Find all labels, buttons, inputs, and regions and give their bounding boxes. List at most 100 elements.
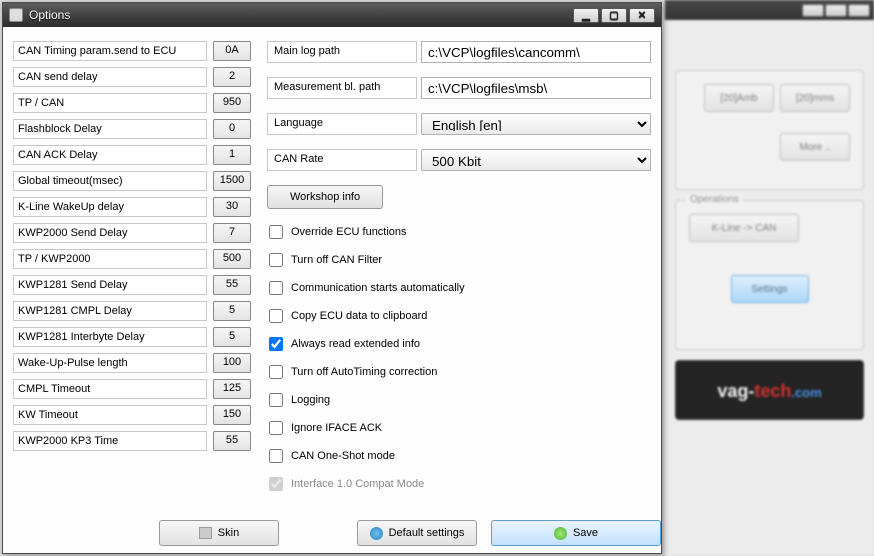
checkbox-label: Override ECU functions: [291, 226, 407, 238]
checkbox-input[interactable]: [269, 337, 283, 351]
save-button-label: Save: [573, 527, 598, 539]
default-settings-label: Default settings: [389, 527, 465, 539]
options-dialog: Options ▁ ▢ ✕ CAN Timing param.send to E…: [2, 2, 662, 554]
checkbox-row[interactable]: Always read extended info: [267, 335, 651, 353]
param-label: K-Line WakeUp delay: [13, 197, 207, 217]
bg-more-button[interactable]: More ..: [780, 133, 850, 161]
param-label: Global timeout(msec): [13, 171, 207, 191]
param-value-button[interactable]: 1500: [213, 171, 251, 191]
param-row: CAN send delay2: [13, 67, 253, 87]
msb-path-label: Measurement bl. path: [267, 77, 417, 99]
checkbox-row[interactable]: Communication starts automatically: [267, 279, 651, 297]
checkbox-label: Logging: [291, 394, 330, 406]
bg-operations-title: Operations: [686, 194, 743, 205]
checkbox-input[interactable]: [269, 393, 283, 407]
param-label: Wake-Up-Pulse length: [13, 353, 207, 373]
maximize-button[interactable]: ▢: [601, 8, 627, 23]
param-row: CAN ACK Delay 1: [13, 145, 253, 165]
param-value-button[interactable]: 950: [213, 93, 251, 113]
param-label: CAN ACK Delay: [13, 145, 207, 165]
param-row: CAN Timing param.send to ECU0A: [13, 41, 253, 61]
param-label: Flashblock Delay: [13, 119, 207, 139]
language-select[interactable]: English [en]: [421, 113, 651, 135]
dialog-footer: Skin Default settings Save: [3, 513, 661, 553]
skin-button[interactable]: Skin: [159, 520, 279, 546]
param-label: KW Timeout: [13, 405, 207, 425]
checkbox-row[interactable]: CAN One-Shot mode: [267, 447, 651, 465]
param-row: KWP2000 KP3 Time55: [13, 431, 253, 451]
bg-module-button[interactable]: [20]mms: [780, 84, 850, 112]
param-value-button[interactable]: 100: [213, 353, 251, 373]
param-row: KWP1281 CMPL Delay5: [13, 301, 253, 321]
checkbox-input[interactable]: [269, 449, 283, 463]
bg-settings-button[interactable]: Settings: [731, 275, 809, 303]
can-rate-select[interactable]: 500 Kbit: [421, 149, 651, 171]
param-value-button[interactable]: 0: [213, 119, 251, 139]
param-row: Flashblock Delay 0: [13, 119, 253, 139]
main-log-path-input[interactable]: [421, 41, 651, 63]
bg-logo: vag-tech.com: [675, 360, 864, 420]
bg-diag-mode-select[interactable]: K-Line -> CAN: [689, 214, 799, 242]
param-row: Global timeout(msec) 1500: [13, 171, 253, 191]
checkbox-input[interactable]: [269, 421, 283, 435]
bg-close-button[interactable]: [848, 4, 870, 17]
param-value-button[interactable]: 2: [213, 67, 251, 87]
titlebar[interactable]: Options ▁ ▢ ✕: [3, 3, 661, 27]
checkbox-row[interactable]: Override ECU functions: [267, 223, 651, 241]
param-value-button[interactable]: 7: [213, 223, 251, 243]
bg-minimize-button[interactable]: [802, 4, 824, 17]
language-label: Language: [267, 113, 417, 135]
param-row: Wake-Up-Pulse length 100: [13, 353, 253, 373]
param-value-button[interactable]: 150: [213, 405, 251, 425]
save-button[interactable]: Save: [491, 520, 661, 546]
window-title: Options: [29, 8, 70, 22]
param-value-button[interactable]: 500: [213, 249, 251, 269]
param-value-button[interactable]: 1: [213, 145, 251, 165]
param-value-button[interactable]: 5: [213, 327, 251, 347]
checkbox-row[interactable]: Turn off AutoTiming correction: [267, 363, 651, 381]
checkbox-input: [269, 477, 283, 491]
checkbox-label: Always read extended info: [291, 338, 420, 350]
skin-button-label: Skin: [218, 527, 239, 539]
param-label: KWP2000 Send Delay: [13, 223, 207, 243]
checkbox-label: Turn off CAN Filter: [291, 254, 382, 266]
checkbox-input[interactable]: [269, 253, 283, 267]
checkbox-row[interactable]: Ignore IFACE ACK: [267, 419, 651, 437]
minimize-button[interactable]: ▁: [573, 8, 599, 23]
param-value-button[interactable]: 55: [213, 275, 251, 295]
bg-module-button[interactable]: [20]Amb: [704, 84, 774, 112]
checkboxes-group: Override ECU functions Turn off CAN Filte…: [267, 223, 651, 493]
checkbox-label: Communication starts automatically: [291, 282, 465, 294]
checkbox-row[interactable]: Copy ECU data to clipboard: [267, 307, 651, 325]
param-value-button[interactable]: 5: [213, 301, 251, 321]
checkbox-row[interactable]: Logging: [267, 391, 651, 409]
bg-titlebar: [665, 0, 874, 20]
msb-path-row: Measurement bl. path: [267, 77, 651, 99]
checkbox-input[interactable]: [269, 309, 283, 323]
checkbox-input[interactable]: [269, 225, 283, 239]
bg-maximize-button[interactable]: [825, 4, 847, 17]
param-label: TP / CAN: [13, 93, 207, 113]
checkbox-row[interactable]: Turn off CAN Filter: [267, 251, 651, 269]
close-button[interactable]: ✕: [629, 8, 655, 23]
main-log-path-label: Main log path: [267, 41, 417, 63]
checkbox-input[interactable]: [269, 281, 283, 295]
param-value-button[interactable]: 125: [213, 379, 251, 399]
param-value-button[interactable]: 0A: [213, 41, 251, 61]
workshop-info-button[interactable]: Workshop info: [267, 185, 383, 209]
language-row: Language English [en]: [267, 113, 651, 135]
param-row: KWP2000 Send Delay 7: [13, 223, 253, 243]
default-settings-button[interactable]: Default settings: [357, 520, 477, 546]
checkbox-label: Turn off AutoTiming correction: [291, 366, 437, 378]
bg-modules-panel: [20]Amb[20]mms More ..: [675, 70, 864, 190]
can-rate-label: CAN Rate: [267, 149, 417, 171]
check-icon: [554, 527, 567, 540]
param-row: TP / CAN 950: [13, 93, 253, 113]
param-value-button[interactable]: 55: [213, 431, 251, 451]
checkbox-label: Interface 1.0 Compat Mode: [291, 478, 424, 490]
param-value-button[interactable]: 30: [213, 197, 251, 217]
msb-path-input[interactable]: [421, 77, 651, 99]
checkbox-label: Ignore IFACE ACK: [291, 422, 382, 434]
param-row: KW Timeout 150: [13, 405, 253, 425]
checkbox-input[interactable]: [269, 365, 283, 379]
